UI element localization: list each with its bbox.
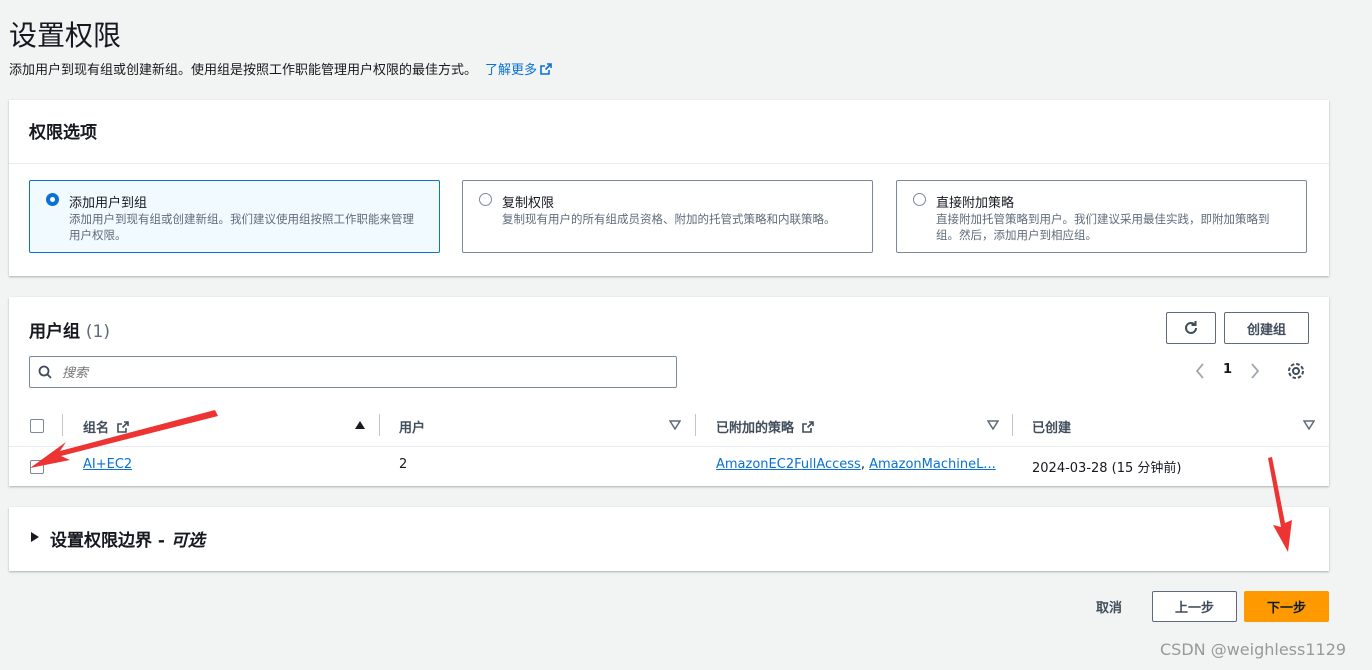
page-title: 设置权限 (9, 19, 122, 52)
group-name-link[interactable]: AI+EC2 (83, 457, 132, 472)
caret-right-icon[interactable] (31, 532, 39, 542)
watermark: CSDN @weighless1129 (1160, 640, 1347, 659)
learn-more-label: 了解更多 (485, 63, 538, 78)
option-description: 复制现有用户的所有组成员资格、附加的托管式策略和内联策略。 (502, 212, 836, 226)
sort-icon[interactable] (987, 420, 999, 430)
column-label: 已附加的策略 (716, 421, 795, 436)
sort-asc-icon[interactable] (354, 420, 366, 430)
option-title: 直接附加策略 (936, 196, 1015, 211)
optional-label: 可选 (170, 531, 205, 551)
radio-copy-permissions[interactable] (479, 193, 492, 206)
permissions-boundary-panel[interactable]: 设置权限边界 - 可选 (9, 507, 1329, 571)
gear-icon[interactable] (1286, 361, 1306, 381)
search-input[interactable] (60, 362, 664, 384)
user-groups-panel: 用户组 (1) 创建组 1 组名 用户 已附加的策略 已创建 (9, 297, 1329, 486)
user-groups-title: 用户组 (1) (29, 317, 110, 342)
create-group-button[interactable]: 创建组 (1224, 312, 1309, 344)
radio-add-to-group[interactable] (46, 193, 59, 206)
external-link-icon (801, 421, 814, 433)
external-link-icon (116, 421, 129, 433)
page-description: 添加用户到现有组或创建新组。使用组是按照工作职能管理用户权限的最佳方式。 了解更多 (9, 59, 552, 78)
external-link-icon (540, 63, 552, 75)
sort-icon[interactable] (1303, 420, 1315, 430)
attached-policies: AmazonEC2FullAccess, AmazonMachineL... (716, 457, 996, 472)
chevron-right-icon[interactable] (1249, 362, 1261, 380)
column-divider (695, 414, 696, 436)
refresh-icon (1185, 321, 1197, 334)
column-header-policies[interactable]: 已附加的策略 (716, 417, 814, 436)
column-divider (62, 414, 63, 436)
column-header-group-name[interactable]: 组名 (83, 417, 129, 436)
option-title: 添加用户到组 (69, 196, 148, 211)
row-checkbox[interactable] (30, 460, 44, 474)
column-header-users[interactable]: 用户 (399, 417, 425, 436)
table-row: AI+EC2 2 AmazonEC2FullAccess, AmazonMach… (9, 447, 1329, 485)
search-icon (38, 365, 52, 379)
user-groups-title-text: 用户组 (29, 322, 80, 342)
cancel-button[interactable]: 取消 (1083, 591, 1135, 622)
column-label: 组名 (83, 421, 110, 436)
select-all-checkbox[interactable] (30, 419, 44, 433)
option-description: 添加用户到现有组或创建新组。我们建议使用组按照工作职能来管理用户权限。 (69, 212, 414, 242)
option-attach-policies[interactable]: 直接附加策略 直接附加托管策略到用户。我们建议采用最佳实践，即附加策略到组。然后… (896, 180, 1307, 253)
page-number[interactable]: 1 (1223, 362, 1232, 377)
policy-link[interactable]: AmazonMachineL... (869, 457, 996, 472)
sort-icon[interactable] (669, 420, 681, 430)
next-button[interactable]: 下一步 (1244, 591, 1329, 622)
previous-button[interactable]: 上一步 (1152, 591, 1237, 622)
option-add-to-group[interactable]: 添加用户到组 添加用户到现有组或创建新组。我们建议使用组按照工作职能来管理用户权… (29, 180, 440, 253)
refresh-button[interactable] (1166, 312, 1216, 344)
column-header-created[interactable]: 已创建 (1032, 417, 1071, 436)
boundary-title-text: 设置权限边界 - (50, 531, 171, 551)
option-description: 直接附加托管策略到用户。我们建议采用最佳实践，即附加策略到组。然后，添加用户到相… (936, 212, 1270, 242)
chevron-left-icon[interactable] (1194, 362, 1206, 380)
page-description-text: 添加用户到现有组或创建新组。使用组是按照工作职能管理用户权限的最佳方式。 (9, 63, 478, 78)
users-count: 2 (399, 457, 408, 472)
user-groups-count: (1) (85, 322, 111, 342)
permission-options-header: 权限选项 (9, 100, 1329, 164)
option-copy-permissions[interactable]: 复制权限 复制现有用户的所有组成员资格、附加的托管式策略和内联策略。 (462, 180, 873, 253)
table-header: 组名 用户 已附加的策略 已创建 (9, 406, 1329, 447)
permissions-boundary-title[interactable]: 设置权限边界 - 可选 (50, 526, 205, 551)
permission-options-title: 权限选项 (29, 123, 97, 143)
learn-more-link[interactable]: 了解更多 (485, 63, 552, 78)
permission-options-panel: 权限选项 添加用户到组 添加用户到现有组或创建新组。我们建议使用组按照工作职能来… (9, 100, 1329, 276)
policy-link[interactable]: AmazonEC2FullAccess (716, 457, 861, 472)
column-divider (379, 414, 380, 436)
column-divider (1012, 414, 1013, 436)
radio-attach-policies[interactable] (913, 193, 926, 206)
option-title: 复制权限 (502, 196, 555, 211)
search-box (29, 356, 677, 388)
created-date: 2024-03-28 (15 分钟前) (1032, 461, 1182, 476)
